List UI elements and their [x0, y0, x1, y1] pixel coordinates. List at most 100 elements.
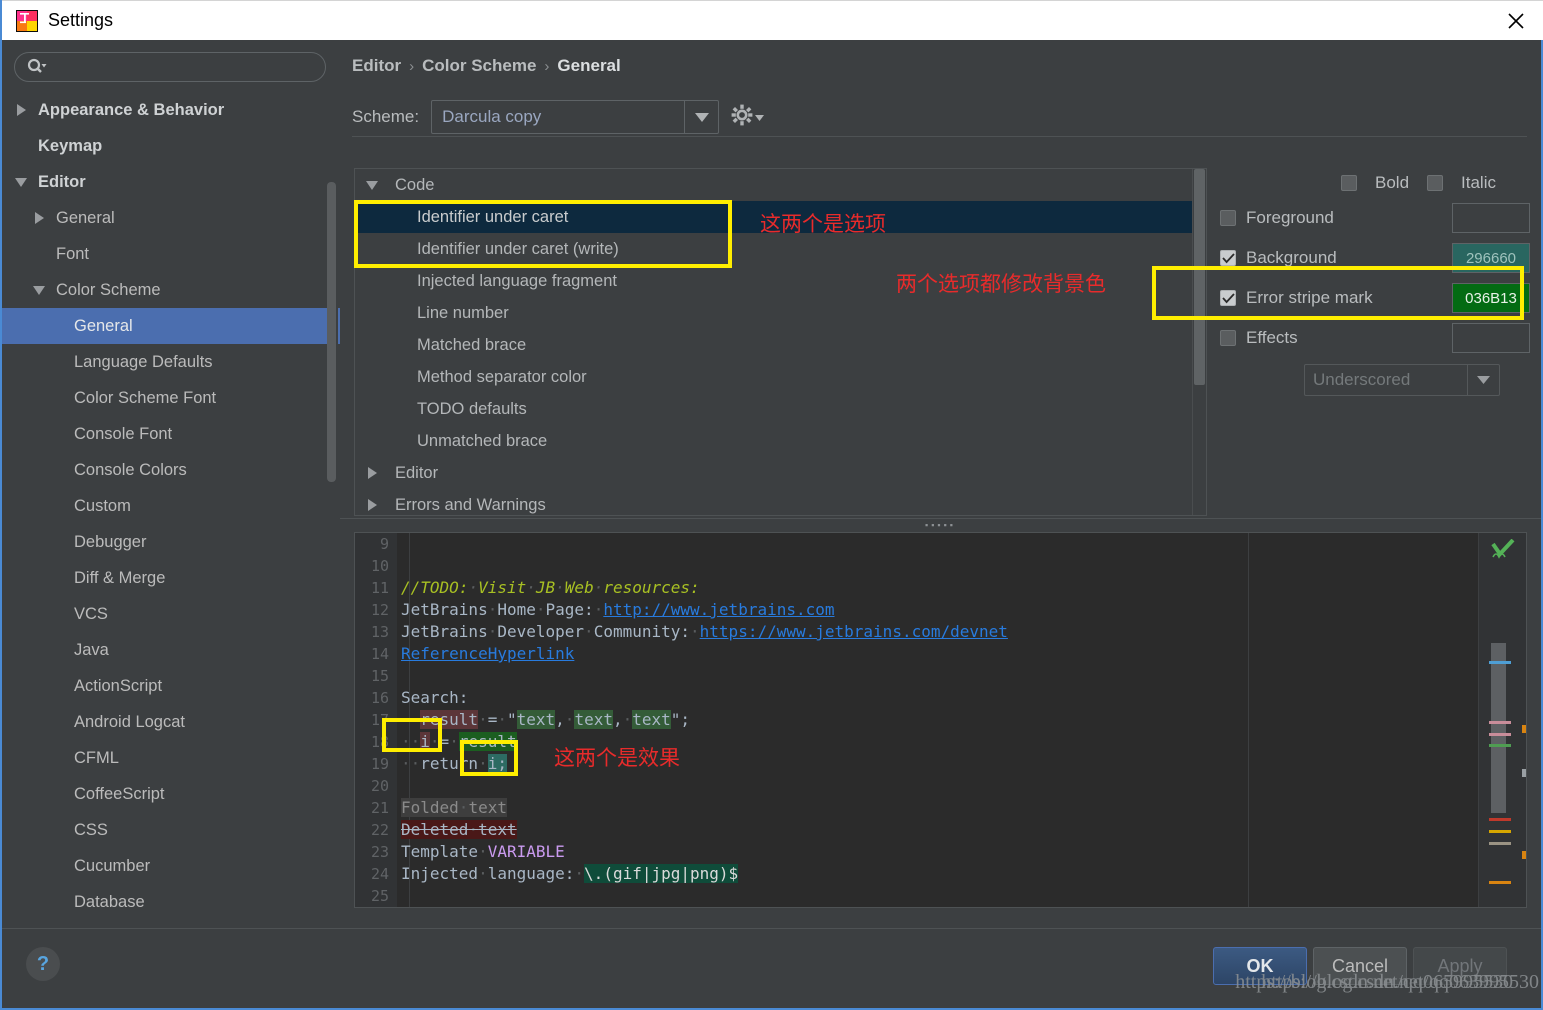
- attribute-row-errors-and-warnings[interactable]: Errors and Warnings: [355, 489, 1206, 515]
- effects-checkbox[interactable]: [1220, 330, 1236, 346]
- sidebar-item-general[interactable]: General: [2, 308, 340, 344]
- code-line: 14 ReferenceHyperlink: [355, 643, 1485, 665]
- search-input[interactable]: [47, 59, 325, 75]
- sidebar-item-actionscript[interactable]: ActionScript: [2, 668, 340, 704]
- breadcrumb-separator-2: ›: [544, 57, 550, 75]
- sidebar-item-color-scheme-font[interactable]: Color Scheme Font: [2, 380, 340, 416]
- annotation-note-effects: 这两个是效果: [554, 746, 680, 770]
- sidebar-item-cucumber[interactable]: Cucumber: [2, 848, 340, 884]
- sidebar-item-label: Cucumber: [74, 856, 151, 875]
- effects-color-swatch[interactable]: [1452, 323, 1530, 353]
- search-box[interactable]: [14, 52, 326, 82]
- ok-button[interactable]: OK: [1213, 947, 1307, 985]
- attribute-row-method-separator-color[interactable]: Method separator color: [355, 361, 1206, 393]
- chevron-down-icon[interactable]: [361, 176, 383, 194]
- foreground-checkbox[interactable]: [1220, 210, 1236, 226]
- chevron-down-icon[interactable]: [30, 281, 48, 299]
- sidebar-item-general[interactable]: General: [2, 200, 340, 236]
- attribute-label: Identifier under caret (write): [417, 239, 619, 258]
- stripe-mark-neutral: [1489, 842, 1511, 845]
- close-icon[interactable]: [1487, 1, 1543, 41]
- window-title: Settings: [48, 10, 114, 30]
- sidebar-scrollbar-thumb[interactable]: [327, 182, 336, 482]
- line-number: 15: [370, 667, 389, 685]
- chevron-down-icon[interactable]: [12, 173, 30, 191]
- panel-splitter[interactable]: ▪▪▪▪▪: [340, 518, 1541, 532]
- sidebar-item-font[interactable]: Font: [2, 236, 340, 272]
- line-number: 18: [370, 733, 389, 751]
- sidebar-item-label: Font: [56, 244, 90, 263]
- error-stripe-panel[interactable]: [1478, 533, 1526, 907]
- chevron-right-icon[interactable]: [361, 496, 383, 514]
- attribute-label: Unmatched brace: [417, 431, 548, 450]
- cancel-button[interactable]: Cancel: [1313, 947, 1407, 985]
- foreground-color-swatch[interactable]: [1452, 203, 1530, 233]
- scheme-settings-button[interactable]: [731, 104, 765, 131]
- sidebar-item-color-scheme[interactable]: Color Scheme: [2, 272, 340, 308]
- chevron-down-icon[interactable]: [684, 101, 718, 133]
- code-preview[interactable]: 9 10 11 //TODO:·Visit·JB·Web·resources: 1…: [354, 532, 1527, 908]
- chevron-right-icon[interactable]: [12, 101, 30, 119]
- sidebar-scrollbar-track[interactable]: [327, 102, 338, 922]
- background-label: Background: [1246, 248, 1337, 267]
- attribute-row-code[interactable]: Code: [355, 169, 1206, 201]
- italic-checkbox[interactable]: [1427, 175, 1444, 191]
- attributes-scrollbar-track[interactable]: [1192, 169, 1206, 515]
- sidebar-item-diff-merge[interactable]: Diff & Merge: [2, 560, 340, 596]
- attribute-label: Method separator color: [417, 367, 587, 386]
- attribute-row-line-number[interactable]: Line number: [355, 297, 1206, 329]
- background-checkbox[interactable]: [1220, 250, 1236, 266]
- background-color-swatch[interactable]: 296660: [1452, 243, 1530, 273]
- scheme-dropdown[interactable]: Darcula copy: [431, 100, 720, 134]
- todo-comment: //TODO:·Visit·JB·Web·resources:: [401, 578, 700, 597]
- sidebar-item-database[interactable]: Database: [2, 884, 340, 920]
- sidebar-item-css[interactable]: CSS: [2, 812, 340, 848]
- breadcrumb-color-scheme[interactable]: Color Scheme: [422, 56, 536, 76]
- sidebar-item-appearance-behavior[interactable]: Appearance & Behavior: [2, 92, 340, 128]
- sidebar-item-label: Editor: [38, 172, 86, 191]
- sidebar-item-label: Appearance & Behavior: [38, 100, 225, 119]
- attribute-row-todo-defaults[interactable]: TODO defaults: [355, 393, 1206, 425]
- apply-button[interactable]: Apply: [1413, 947, 1507, 985]
- sidebar-item-java[interactable]: Java: [2, 632, 340, 668]
- attribute-label: Errors and Warnings: [395, 495, 546, 514]
- help-button[interactable]: ?: [26, 947, 60, 981]
- stripe-mark-orange: [1489, 881, 1511, 884]
- sidebar-item-cfml[interactable]: CFML: [2, 740, 340, 776]
- annotation-note-options: 这两个是选项: [760, 212, 886, 236]
- attributes-scrollbar-thumb[interactable]: [1194, 169, 1205, 385]
- preview-scrollbar-thumb[interactable]: [1491, 643, 1506, 813]
- sidebar-item-vcs[interactable]: VCS: [2, 596, 340, 632]
- sidebar-item-label: Language Defaults: [74, 352, 213, 371]
- chevron-down-icon[interactable]: [1467, 365, 1499, 395]
- error-stripe-checkbox[interactable]: [1220, 290, 1236, 306]
- attribute-label: Matched brace: [417, 335, 527, 354]
- sidebar-item-console-colors[interactable]: Console Colors: [2, 452, 340, 488]
- stripe-tick-3: [1522, 851, 1526, 859]
- gear-icon: [731, 104, 753, 131]
- sidebar-item-debugger[interactable]: Debugger: [2, 524, 340, 560]
- sidebar-item-label: Console Colors: [74, 460, 187, 479]
- effects-label: Effects: [1246, 328, 1298, 347]
- sidebar-item-console-font[interactable]: Console Font: [2, 416, 340, 452]
- chevron-right-icon[interactable]: [361, 464, 383, 482]
- scheme-row: Scheme: Darcula copy: [352, 100, 765, 134]
- attribute-row-unmatched-brace[interactable]: Unmatched brace: [355, 425, 1206, 457]
- chevron-right-icon[interactable]: [30, 209, 48, 227]
- attribute-row-matched-brace[interactable]: Matched brace: [355, 329, 1206, 361]
- sidebar-item-editor[interactable]: Editor: [2, 164, 340, 200]
- background-row: Background 296660: [1220, 238, 1530, 278]
- bold-checkbox[interactable]: [1341, 175, 1357, 191]
- breadcrumb-editor[interactable]: Editor: [352, 56, 401, 76]
- attribute-row-editor[interactable]: Editor: [355, 457, 1206, 489]
- effect-type-dropdown[interactable]: Underscored: [1304, 364, 1500, 396]
- sidebar-item-custom[interactable]: Custom: [2, 488, 340, 524]
- sidebar-item-android-logcat[interactable]: Android Logcat: [2, 704, 340, 740]
- sidebar-item-keymap[interactable]: Keymap: [2, 128, 340, 164]
- error-stripe-color-swatch[interactable]: 036B13: [1452, 283, 1530, 313]
- foreground-row: Foreground: [1220, 198, 1530, 238]
- sidebar-item-label: ActionScript: [74, 676, 163, 695]
- sidebar-item-language-defaults[interactable]: Language Defaults: [2, 344, 340, 380]
- sidebar-item-coffeescript[interactable]: CoffeeScript: [2, 776, 340, 812]
- sidebar-item-label: Database: [74, 892, 145, 911]
